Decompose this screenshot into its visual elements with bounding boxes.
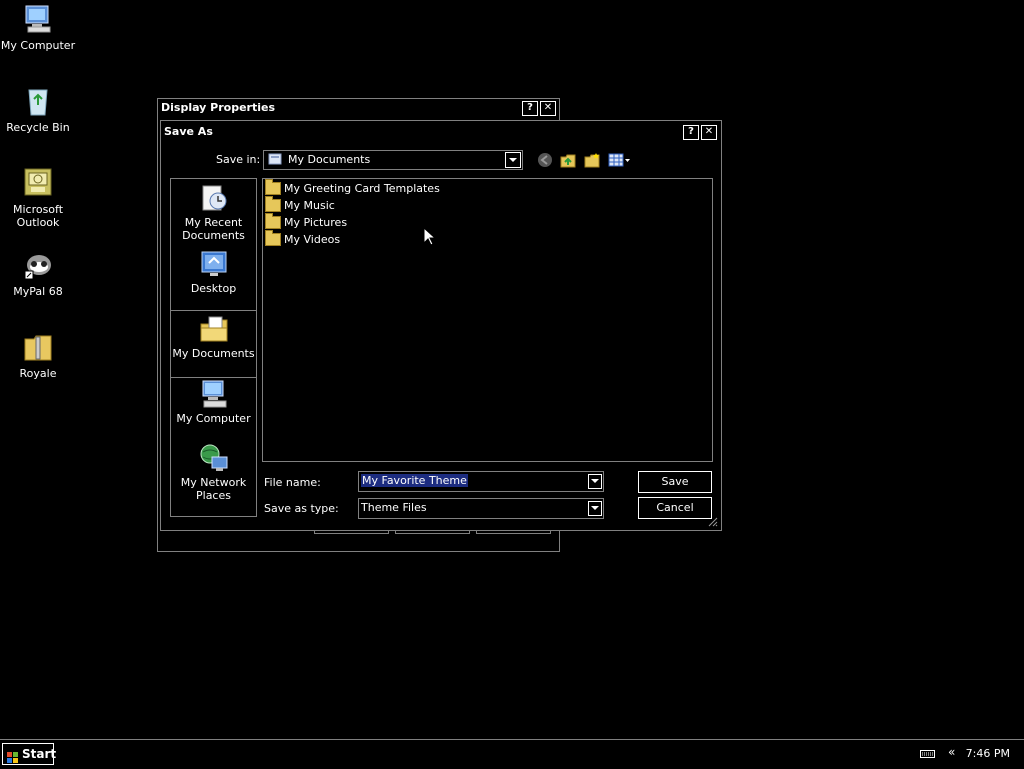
clock: 7:46 PM (965, 747, 1010, 760)
zip-folder-icon (22, 331, 54, 363)
place-my-network-places[interactable]: My Network Places (171, 443, 256, 502)
dropdown-arrow-icon[interactable] (588, 474, 602, 489)
close-button[interactable]: ✕ (701, 125, 717, 140)
up-folder-icon[interactable] (560, 152, 576, 168)
network-places-icon (199, 443, 229, 473)
list-item-folder[interactable]: My Music (265, 195, 335, 214)
desktop-icon-my-computer[interactable]: My Computer (0, 3, 76, 52)
place-desktop[interactable]: Desktop (171, 249, 256, 295)
places-bar: My Recent Documents Desktop My Documents… (170, 178, 257, 517)
keyboard-icon[interactable] (920, 749, 936, 759)
desktop-icon-label: Royale (19, 367, 57, 380)
cancel-button[interactable]: Cancel (638, 497, 712, 519)
recent-documents-icon (199, 183, 229, 213)
desktop-icon-label: My Computer (0, 39, 76, 52)
desktop-icon-mypal[interactable]: MyPal 68 (0, 249, 76, 298)
outlook-icon (22, 167, 54, 199)
save-button[interactable]: Save (638, 471, 712, 493)
save-in-combo[interactable]: My Documents (263, 150, 523, 170)
place-label: My Documents (172, 347, 255, 360)
computer-icon (22, 3, 54, 35)
place-label: Desktop (190, 282, 237, 295)
folder-icon (265, 178, 281, 195)
save-as-title: Save As (164, 125, 213, 138)
file-list[interactable]: My Greeting Card Templates My Music My P… (262, 178, 713, 462)
save-in-label: Save in: (216, 153, 261, 166)
view-menu-icon[interactable] (608, 152, 632, 168)
desktop-icon-royale[interactable]: Royale (0, 331, 76, 380)
start-label: Start (22, 747, 57, 761)
place-label: My Recent Documents (182, 216, 245, 242)
start-button[interactable]: Start (2, 743, 57, 765)
folder-name: My Pictures (284, 216, 348, 229)
place-my-recent-documents[interactable]: My Recent Documents (171, 183, 256, 242)
recycle-bin-icon (22, 85, 54, 117)
desktop-icon-outlook[interactable]: Microsoft Outlook (0, 167, 76, 229)
help-button[interactable]: ? (683, 125, 699, 140)
videos-folder-icon (265, 229, 281, 246)
documents-icon (268, 153, 282, 165)
save-as-type-select[interactable]: Theme Files (358, 498, 604, 519)
file-name-label: File name: (264, 476, 321, 489)
list-item-folder[interactable]: My Videos (265, 229, 341, 248)
save-as-type-value: Theme Files (361, 501, 427, 514)
mouse-cursor-icon (423, 226, 437, 247)
save-in-value: My Documents (288, 153, 371, 166)
display-properties-title: Display Properties (161, 101, 276, 114)
help-button[interactable]: ? (522, 101, 538, 116)
desktop-icon-label: MyPal 68 (13, 285, 63, 298)
folder-name: My Videos (284, 233, 341, 246)
folder-name: My Greeting Card Templates (284, 182, 440, 195)
music-folder-icon (265, 195, 281, 212)
desktop-icon-label: Microsoft Outlook (12, 203, 64, 229)
place-my-documents[interactable]: My Documents (170, 310, 257, 378)
desktop-icon (199, 249, 229, 279)
save-as-type-label: Save as type: (264, 502, 339, 515)
place-label: My Network Places (180, 476, 247, 502)
my-documents-icon (199, 314, 229, 344)
desktop-icon-recycle-bin[interactable]: Recycle Bin (0, 85, 76, 134)
file-name-field[interactable]: My Favorite Theme (358, 471, 604, 492)
dropdown-arrow-icon[interactable] (505, 152, 521, 168)
computer-icon (199, 379, 229, 409)
dropdown-arrow-icon[interactable] (588, 501, 602, 516)
folder-name: My Music (284, 199, 335, 212)
pictures-folder-icon (265, 212, 281, 229)
taskbar: Start « (0, 739, 1024, 769)
close-button[interactable]: ✕ (540, 101, 556, 116)
desktop-icon-label: Recycle Bin (6, 121, 70, 134)
file-name-value: My Favorite Theme (361, 474, 468, 487)
list-item-folder[interactable]: My Pictures (265, 212, 348, 231)
place-label: My Computer (176, 412, 251, 425)
show-hidden-icons-button[interactable]: « (948, 745, 960, 759)
back-icon[interactable] (537, 152, 553, 168)
windows-flag-icon (7, 749, 18, 763)
resize-grip-icon[interactable] (706, 515, 718, 527)
mypal-icon (22, 249, 54, 281)
list-item-folder[interactable]: My Greeting Card Templates (265, 178, 440, 197)
place-my-computer[interactable]: My Computer (171, 379, 256, 425)
new-folder-icon[interactable] (584, 152, 600, 168)
